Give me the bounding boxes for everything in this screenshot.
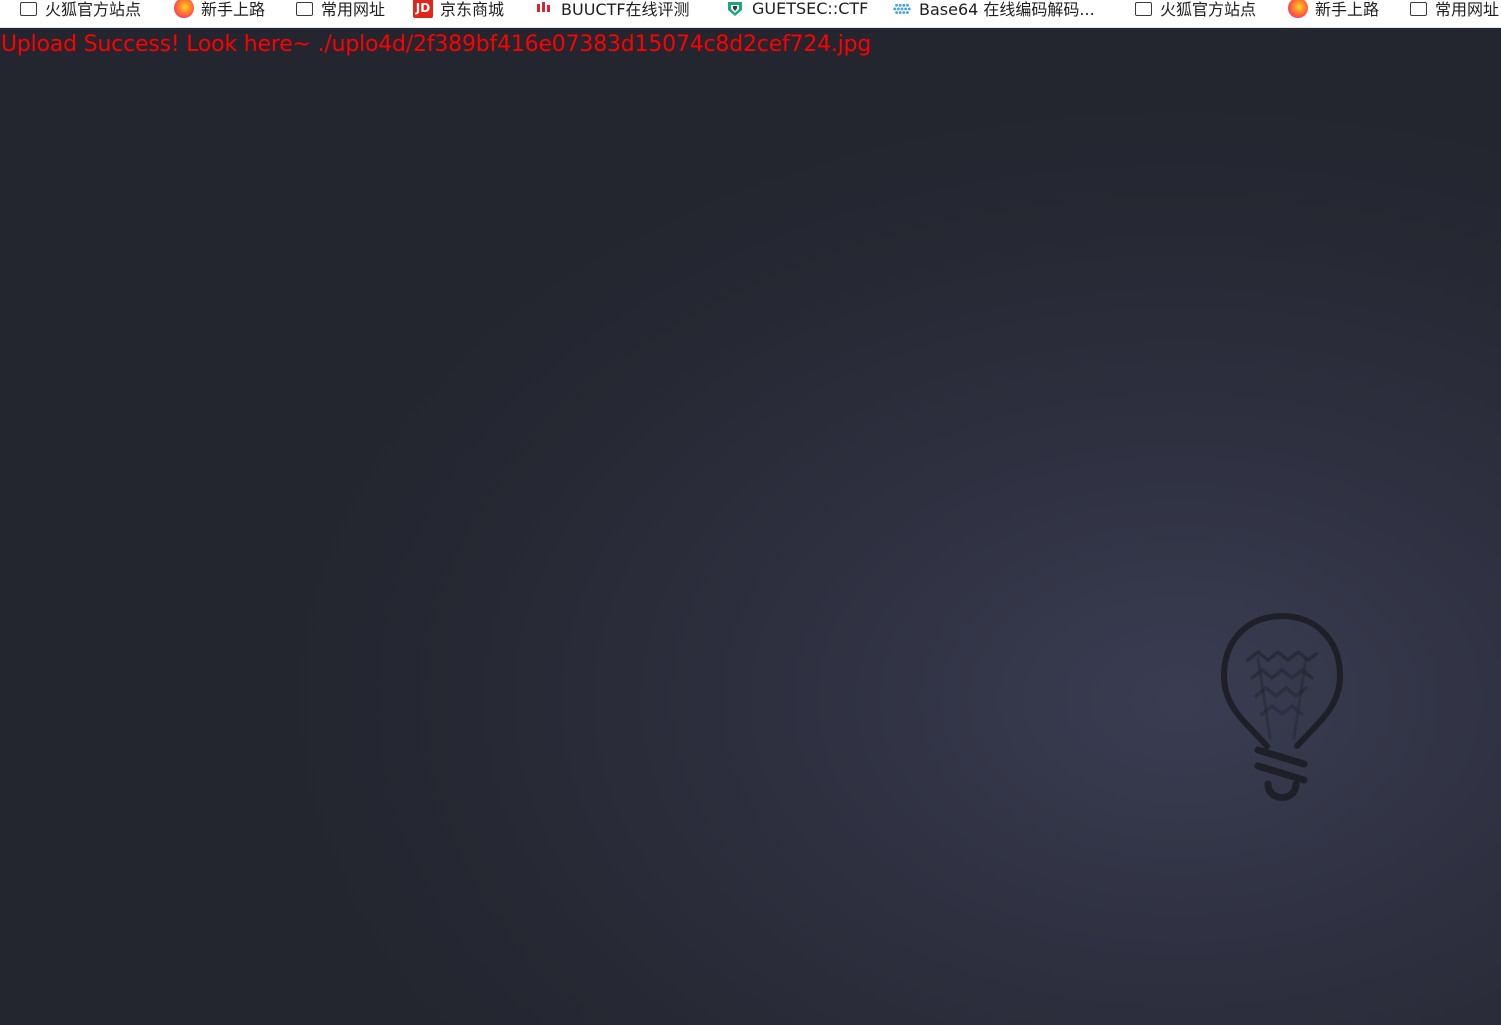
bookmark-label: 京东商城 — [440, 0, 505, 19]
bookmark-getting-started-2[interactable]: 新手上路 — [1288, 0, 1379, 20]
bookmark-base64[interactable]: Base64 在线编码解码... — [892, 0, 1095, 20]
jd-icon: JD — [413, 0, 433, 18]
bookmark-getting-started[interactable]: 新手上路 — [174, 0, 265, 20]
firefox-icon — [1288, 0, 1308, 18]
bookmark-label: 新手上路 — [1315, 0, 1380, 19]
bookmark-jd[interactable]: JD 京东商城 — [413, 0, 504, 20]
folder-icon — [18, 0, 38, 18]
bookmark-guetsec[interactable]: GUETSEC::CTF — [725, 0, 868, 20]
firefox-icon — [174, 0, 194, 18]
upload-status-message: Upload Success! Look here~ ./uplo4d/2f38… — [1, 32, 872, 57]
folder-icon — [1133, 0, 1153, 18]
bookmark-label: 火狐官方站点 — [1160, 0, 1257, 19]
buuctf-icon — [534, 0, 554, 18]
bookmark-label: BUUCTF在线评测 — [561, 0, 690, 19]
bookmark-firefox-official[interactable]: 火狐官方站点 — [18, 0, 141, 20]
bookmark-common-sites-2[interactable]: 常用网址 — [1408, 0, 1499, 20]
bookmark-label: 火狐官方站点 — [45, 0, 142, 19]
bookmark-label: 新手上路 — [201, 0, 266, 19]
bookmark-buuctf[interactable]: BUUCTF在线评测 — [534, 0, 690, 20]
guetsec-icon — [725, 0, 745, 18]
bookmark-label: GUETSEC::CTF — [752, 0, 869, 18]
folder-icon — [1408, 0, 1428, 18]
base64-icon — [892, 0, 912, 18]
lightbulb-icon — [1212, 608, 1352, 808]
bookmark-firefox-official-2[interactable]: 火狐官方站点 — [1133, 0, 1256, 20]
bookmark-label: 常用网址 — [1435, 0, 1500, 19]
bookmarks-toolbar: 火狐官方站点 新手上路 常用网址 JD 京东商城 BUUCTF在线评测 GUET… — [0, 0, 1501, 28]
folder-icon — [294, 0, 314, 18]
bookmark-common-sites[interactable]: 常用网址 — [294, 0, 385, 20]
bookmark-label: 常用网址 — [321, 0, 386, 19]
bookmark-label: Base64 在线编码解码... — [919, 0, 1095, 19]
